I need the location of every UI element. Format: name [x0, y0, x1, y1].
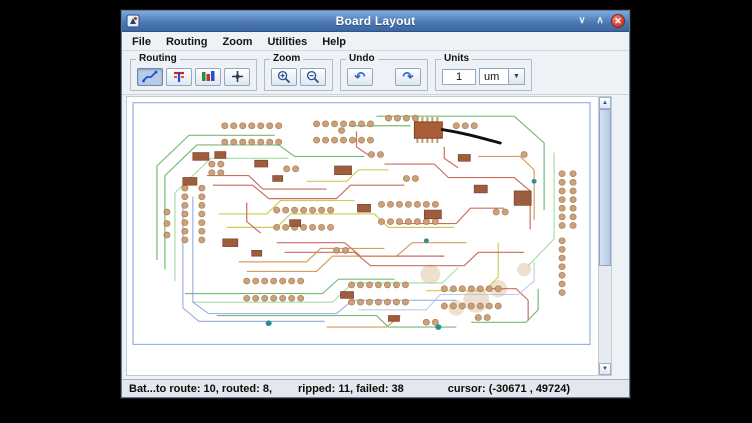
menu-utilities[interactable]: Utilities: [267, 36, 307, 48]
board-canvas[interactable]: [126, 96, 599, 376]
scroll-up-icon[interactable]: ▲: [599, 97, 611, 109]
vertical-scrollbar[interactable]: ▲ ▼: [599, 96, 612, 376]
canvas-area: ▲ ▼: [122, 95, 629, 379]
scrollbar-thumb[interactable]: [599, 109, 611, 266]
zoom-out-button[interactable]: [300, 68, 326, 86]
desktop: { "window": { "title": "Board Layout", "…: [0, 0, 752, 423]
zoom-out-icon: [306, 70, 320, 84]
units-combo[interactable]: um ▼: [479, 68, 525, 85]
zoom-group: Zoom: [264, 59, 333, 91]
status-rip-counts: ripped: 11, failed: 38: [298, 383, 404, 395]
status-cursor-position: cursor: (-30671 , 49724): [448, 383, 570, 395]
undo-group-label: Undo: [346, 53, 378, 64]
zoom-in-button[interactable]: [271, 68, 297, 86]
app-icon: [126, 14, 140, 28]
redo-icon: ↷: [403, 70, 414, 83]
board-layout-window: Board Layout ∨ ∧ ✕ File Routing Zoom Uti…: [121, 10, 630, 398]
status-route-counts: Bat...to route: 10, routed: 8,: [129, 383, 272, 395]
window-title: Board Layout: [122, 14, 629, 28]
units-value-input[interactable]: [442, 69, 476, 85]
combo-arrow-icon: ▼: [508, 69, 524, 84]
titlebar[interactable]: Board Layout ∨ ∧ ✕: [122, 11, 629, 32]
routing-group: Routing: [130, 59, 257, 91]
window-controls: ∨ ∧ ✕: [575, 14, 625, 28]
optimize-button[interactable]: [195, 68, 221, 86]
crosshair-icon: [231, 70, 244, 83]
undo-group: Undo ↶ ↷: [340, 59, 428, 91]
units-combo-value: um: [480, 69, 508, 84]
scrollbar-track[interactable]: [599, 109, 611, 363]
menu-file[interactable]: File: [132, 36, 151, 48]
optimize-icon: [201, 70, 215, 83]
fanout-icon: [172, 70, 186, 83]
scroll-down-icon[interactable]: ▼: [599, 363, 611, 375]
menubar: File Routing Zoom Utilities Help: [122, 32, 629, 51]
pcb-artwork: [127, 97, 598, 375]
autoroute-icon: [142, 70, 158, 83]
select-region-button[interactable]: [224, 68, 250, 86]
units-group: Units um ▼: [435, 59, 532, 91]
menu-zoom[interactable]: Zoom: [223, 36, 253, 48]
menu-help[interactable]: Help: [322, 36, 346, 48]
menu-routing[interactable]: Routing: [166, 36, 208, 48]
minimize-icon[interactable]: ∨: [575, 14, 589, 28]
zoom-group-label: Zoom: [270, 53, 303, 64]
routing-group-label: Routing: [136, 53, 180, 64]
undo-icon: ↶: [355, 70, 366, 83]
redo-button[interactable]: ↷: [395, 68, 421, 86]
autoroute-button[interactable]: [137, 68, 163, 86]
zoom-in-icon: [277, 70, 291, 84]
toolbar: Routing: [122, 51, 629, 95]
maximize-icon[interactable]: ∧: [593, 14, 607, 28]
fanout-button[interactable]: [166, 68, 192, 86]
close-icon[interactable]: ✕: [611, 14, 625, 28]
undo-button[interactable]: ↶: [347, 68, 373, 86]
statusbar: Bat...to route: 10, routed: 8, ripped: 1…: [122, 379, 629, 397]
units-group-label: Units: [441, 53, 472, 64]
